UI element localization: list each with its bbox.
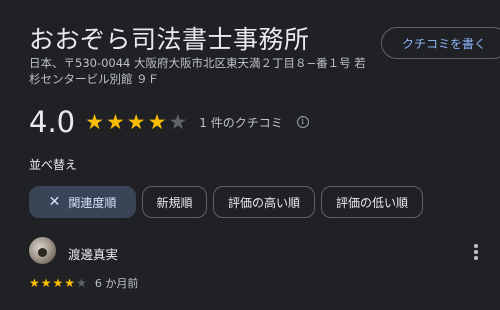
chip-label: 評価の低い順 <box>335 195 408 210</box>
write-review-button[interactable]: クチコミを書く <box>381 27 500 59</box>
review-stars: ★ ★ ★ ★ ★ <box>29 277 87 289</box>
avatar[interactable] <box>29 237 56 264</box>
star-icon: ★ <box>105 109 125 134</box>
close-icon[interactable]: ✕ <box>49 194 61 210</box>
chip-label: 関連度順 <box>68 195 117 210</box>
rating-stars: ★ ★ ★ ★ ★ <box>85 109 188 134</box>
rating-summary: 4.0 ★ ★ ★ ★ ★ 1 件のクチコミ i <box>29 104 309 140</box>
chip-label: 新規順 <box>156 195 193 210</box>
reviewer-name[interactable]: 渡邊真実 <box>68 244 118 263</box>
star-icon: ★ <box>85 109 104 134</box>
review-time: 6 か月前 <box>94 277 139 290</box>
star-icon: ★ <box>147 109 167 134</box>
sort-chip-highest[interactable]: 評価の高い順 <box>213 186 315 218</box>
chip-label: 評価の高い順 <box>227 195 300 210</box>
rating-value: 4.0 <box>29 105 76 139</box>
star-icon: ★ <box>64 276 76 290</box>
star-icon: ★ <box>168 109 188 134</box>
star-icon: ★ <box>126 109 146 134</box>
sort-chips: ✕ 関連度順 新規順 評価の高い順 評価の低い順 <box>29 186 423 218</box>
info-icon[interactable]: i <box>296 116 309 128</box>
more-vert-icon[interactable] <box>466 240 486 264</box>
review-meta: ★ ★ ★ ★ ★ 6 か月前 <box>29 275 138 291</box>
place-address: 日本、〒530-0044 大阪府大阪市北区東天満２丁目８−番１号 若杉センタービ… <box>29 56 366 86</box>
star-icon: ★ <box>76 276 87 290</box>
sort-label: 並べ替え <box>29 158 78 172</box>
sort-chip-lowest[interactable]: 評価の低い順 <box>321 186 423 218</box>
sort-chip-newest[interactable]: 新規順 <box>142 186 207 218</box>
sort-chip-relevance[interactable]: ✕ 関連度順 <box>29 186 136 218</box>
place-title: おおぞら司法書士事務所 <box>29 25 310 54</box>
review-count[interactable]: 1 件のクチコミ <box>199 114 282 131</box>
star-icon: ★ <box>40 276 52 290</box>
star-icon: ★ <box>52 276 64 290</box>
star-icon: ★ <box>29 276 40 290</box>
